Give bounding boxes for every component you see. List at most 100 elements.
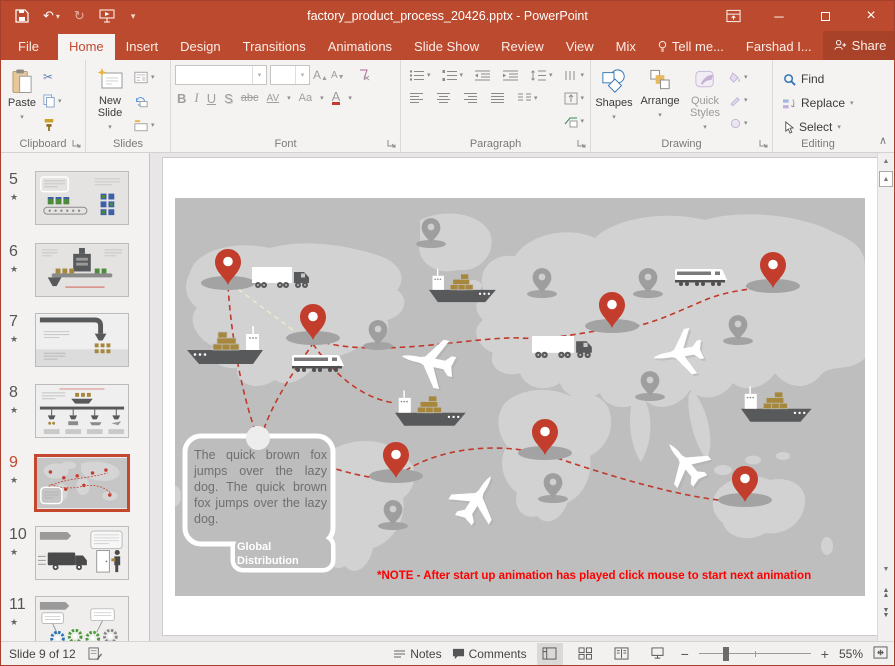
- start-slideshow-icon[interactable]: [99, 9, 115, 23]
- zoom-level[interactable]: 55%: [839, 647, 863, 661]
- maximize-button[interactable]: [802, 1, 848, 31]
- clear-formatting-icon[interactable]: [356, 69, 370, 82]
- bold-button[interactable]: B: [177, 91, 186, 106]
- comments-toggle[interactable]: Comments: [452, 647, 527, 661]
- format-painter-icon[interactable]: [43, 116, 62, 134]
- decrease-font-size-icon[interactable]: A▼: [331, 70, 345, 81]
- tab-slide-show[interactable]: Slide Show: [403, 34, 490, 60]
- text-direction-icon[interactable]: ▾: [562, 66, 586, 84]
- zoom-slider[interactable]: [699, 643, 811, 665]
- strikethrough-button[interactable]: abc: [241, 92, 259, 104]
- fit-to-window-icon[interactable]: [873, 646, 888, 662]
- animation-note[interactable]: *NOTE - After start up animation has pla…: [377, 570, 847, 582]
- bubble-label[interactable]: Global Distribution: [237, 540, 329, 568]
- increase-font-size-icon[interactable]: A▲: [313, 68, 328, 82]
- normal-view-button[interactable]: [537, 643, 563, 665]
- font-size-combo[interactable]: ▾: [270, 65, 310, 85]
- tab-design[interactable]: Design: [169, 34, 231, 60]
- tab-mix[interactable]: Mix: [605, 34, 647, 60]
- select-button[interactable]: Select▾: [783, 116, 863, 138]
- share-button[interactable]: Share: [823, 31, 895, 60]
- align-right-icon[interactable]: [461, 89, 480, 107]
- copy-icon[interactable]: ▾: [43, 92, 62, 110]
- person-icon: [834, 39, 847, 51]
- shape-outline-icon[interactable]: ▾: [727, 91, 750, 109]
- replace-button[interactable]: Replace▾: [783, 92, 863, 114]
- columns-icon[interactable]: ▾: [515, 89, 540, 107]
- animation-star-icon: ★: [10, 405, 18, 416]
- slideshow-view-button[interactable]: [645, 643, 671, 665]
- font-color-button[interactable]: A: [332, 91, 341, 105]
- tab-view[interactable]: View: [555, 34, 605, 60]
- reading-view-button[interactable]: [609, 643, 635, 665]
- zoom-out-icon[interactable]: −: [681, 646, 689, 662]
- new-slide-button[interactable]: New Slide▾: [86, 64, 134, 138]
- paste-button[interactable]: Paste▾: [1, 64, 43, 134]
- character-spacing-button[interactable]: AV: [267, 93, 280, 104]
- spell-check-icon[interactable]: [88, 647, 103, 661]
- close-button[interactable]: ×: [848, 1, 894, 31]
- align-left-icon[interactable]: [407, 89, 426, 107]
- tab-animations[interactable]: Animations: [317, 34, 403, 60]
- vertical-scrollbar[interactable]: ▲ ▲ ▼ ▲▲ ▼▼: [877, 153, 894, 641]
- customize-qat-icon[interactable]: ▾: [129, 11, 136, 22]
- slide-layout-icon[interactable]: ▾: [134, 68, 155, 86]
- scroll-down-icon[interactable]: ▼: [879, 561, 893, 577]
- ribbon-display-options-icon[interactable]: [710, 1, 756, 31]
- text-shadow-button[interactable]: S: [224, 91, 233, 106]
- previous-slide-icon[interactable]: ▲▲: [879, 585, 893, 601]
- numbering-icon[interactable]: ▾: [440, 66, 466, 84]
- save-icon[interactable]: [15, 9, 29, 23]
- reset-slide-icon[interactable]: [134, 92, 155, 110]
- font-name-combo[interactable]: ▾: [175, 65, 267, 85]
- redo-icon[interactable]: ↻: [74, 8, 85, 24]
- clipboard-dialog-launcher-icon[interactable]: [72, 139, 82, 149]
- tab-review[interactable]: Review: [490, 34, 555, 60]
- scroll-thumb[interactable]: ▲: [879, 171, 893, 187]
- shapes-button[interactable]: Shapes▾: [591, 64, 637, 138]
- convert-smartart-icon[interactable]: ▾: [562, 112, 586, 130]
- justify-icon[interactable]: [488, 89, 507, 107]
- thumb7-art: [36, 314, 128, 366]
- notes-toggle[interactable]: Notes: [393, 647, 441, 661]
- undo-icon[interactable]: ↶▾: [43, 8, 60, 24]
- tab-insert[interactable]: Insert: [115, 34, 170, 60]
- find-button[interactable]: Find: [783, 68, 863, 90]
- change-case-button[interactable]: Aa: [299, 92, 312, 104]
- collapse-ribbon-icon[interactable]: ∧: [879, 134, 887, 147]
- font-dialog-launcher-icon[interactable]: [387, 139, 397, 149]
- bubble-text[interactable]: The quick brown fox jumps over the lazy …: [194, 447, 327, 527]
- tab-home[interactable]: Home: [58, 34, 115, 60]
- drawing-dialog-launcher-icon[interactable]: [759, 139, 769, 149]
- decrease-indent-icon[interactable]: [472, 66, 493, 84]
- slide-sorter-view-button[interactable]: [573, 643, 599, 665]
- shape-effects-icon[interactable]: ▾: [727, 114, 750, 132]
- section-icon[interactable]: ▾: [134, 116, 155, 134]
- align-text-icon[interactable]: ▾: [562, 89, 586, 107]
- bullets-icon[interactable]: ▾: [407, 66, 433, 84]
- align-center-icon[interactable]: [434, 89, 453, 107]
- arrange-button[interactable]: Arrange▾: [637, 64, 683, 138]
- shape-fill-icon[interactable]: ▾: [727, 68, 750, 86]
- tab-transitions[interactable]: Transitions: [232, 34, 317, 60]
- paragraph-dialog-launcher-icon[interactable]: [577, 139, 587, 149]
- italic-button[interactable]: I: [194, 90, 198, 106]
- world-map-graphic[interactable]: [175, 198, 865, 596]
- scroll-up-icon[interactable]: ▲: [879, 153, 893, 169]
- line-spacing-icon[interactable]: ▾: [528, 66, 555, 84]
- tab-file[interactable]: File: [7, 34, 50, 60]
- tell-me-box[interactable]: Tell me...: [647, 34, 735, 60]
- minimize-button[interactable]: ─: [756, 1, 802, 31]
- increase-indent-icon[interactable]: [500, 66, 521, 84]
- zoom-in-icon[interactable]: +: [821, 646, 829, 662]
- account-name[interactable]: Farshad I...: [735, 34, 823, 60]
- quick-styles-button[interactable]: Quick Styles▾: [683, 64, 727, 138]
- next-slide-icon[interactable]: ▼▼: [879, 605, 893, 621]
- thumb9-art: [37, 457, 127, 509]
- animation-star-icon: ★: [10, 192, 18, 203]
- editor-canvas[interactable]: The quick brown fox jumps over the lazy …: [150, 153, 877, 641]
- slide-canvas[interactable]: The quick brown fox jumps over the lazy …: [163, 158, 877, 635]
- underline-button[interactable]: U: [207, 91, 216, 106]
- zoom-slider-handle[interactable]: [723, 647, 729, 661]
- cut-icon[interactable]: ✂: [43, 68, 62, 86]
